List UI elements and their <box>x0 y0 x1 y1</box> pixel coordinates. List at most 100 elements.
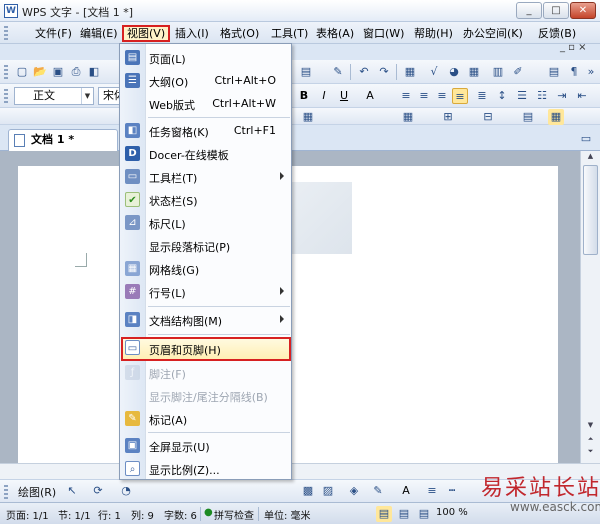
autoshapes-icon[interactable]: ◔ <box>118 483 134 499</box>
align-left-icon[interactable]: ≡ <box>398 88 414 104</box>
status-unit[interactable]: 单位: 毫米 <box>264 507 311 522</box>
justify-icon[interactable]: ≡ <box>452 88 468 104</box>
menu-item-document-map[interactable]: ◨ 文档结构图(M) <box>121 309 291 331</box>
menu-item-docer[interactable]: D Docer-在线模板 <box>121 143 291 165</box>
menu-item-gridlines[interactable]: ▦ 网格线(G) <box>121 258 291 280</box>
table-grid-icon[interactable]: ▦ <box>466 64 482 80</box>
table-insert-icon[interactable]: ▦ <box>400 109 416 125</box>
menu-format[interactable]: 格式(O) <box>217 25 262 42</box>
close-button[interactable]: ✕ <box>570 2 596 19</box>
line-color-icon[interactable]: ✎ <box>370 483 386 499</box>
web-view-status-icon[interactable]: ▤ <box>416 506 432 522</box>
formula-icon[interactable]: √ <box>426 64 442 80</box>
menu-window[interactable]: 窗口(W) <box>360 25 407 42</box>
menu-item-status-bar[interactable]: ✔ 状态栏(S) <box>121 189 291 211</box>
menu-help[interactable]: 帮助(H) <box>411 25 456 42</box>
select-objects-icon[interactable]: ↖ <box>64 483 80 499</box>
format-painter-icon[interactable]: ✎ <box>330 64 346 80</box>
menu-item-full-screen[interactable]: ▣ 全屏显示(U) <box>121 435 291 457</box>
document-icon <box>14 134 25 147</box>
menu-view[interactable]: 视图(V) <box>122 25 171 42</box>
line-spacing-icon[interactable]: ↕ <box>494 88 510 104</box>
line-style-icon[interactable]: ≡ <box>424 483 440 499</box>
bold-icon[interactable]: B <box>296 88 312 104</box>
minimize-button[interactable]: _ <box>516 2 542 19</box>
outdent-icon[interactable]: ⇤ <box>574 88 590 104</box>
menu-item-markup[interactable]: ✎ 标记(A) <box>121 408 291 430</box>
font-color-icon[interactable]: A <box>362 88 378 104</box>
insert-table-icon[interactable]: ▦ <box>402 64 418 80</box>
page-view-status-icon[interactable]: ▤ <box>376 506 392 522</box>
menu-item-task-pane[interactable]: ◧ 任务窗格(K) Ctrl+F1 <box>121 120 291 142</box>
menu-item-page[interactable]: ▤ 页面(L) <box>121 47 291 69</box>
underline-icon[interactable]: U <box>336 88 352 104</box>
fill-color-icon[interactable]: ◈ <box>346 483 362 499</box>
insert-picture-icon[interactable]: ▨ <box>320 483 336 499</box>
dash-style-icon[interactable]: ┅ <box>444 483 460 499</box>
menu-table[interactable]: 表格(A) <box>313 25 357 42</box>
draw-menu-button[interactable]: 绘图(R) <box>18 484 56 500</box>
table-grid-active-icon[interactable]: ▦ <box>548 109 564 125</box>
menu-file[interactable]: 文件(F) <box>32 25 75 42</box>
menu-feedback[interactable]: 反馈(B) <box>535 25 579 42</box>
menu-item-zoom[interactable]: ⌕ 显示比例(Z)... <box>121 458 291 480</box>
scroll-down-icon[interactable]: ▼ <box>583 421 598 433</box>
menu-item-footnote-separator[interactable]: 显示脚注/尾注分隔线(B) <box>121 385 291 407</box>
menu-item-line-numbers[interactable]: # 行号(L) <box>121 281 291 303</box>
align-center-icon[interactable]: ≡ <box>416 88 432 104</box>
menu-tools[interactable]: 工具(T) <box>268 25 311 42</box>
document-map-toolbar-icon[interactable]: ▤ <box>546 64 562 80</box>
style-combo[interactable]: 正文 ▼ <box>14 87 94 105</box>
distributed-align-icon[interactable]: ≣ <box>474 88 490 104</box>
drawing-toggle-icon[interactable]: ✐ <box>510 64 526 80</box>
paragraph-mark-icon[interactable]: ¶ <box>566 64 582 80</box>
status-zoom[interactable]: 100 % <box>436 507 468 518</box>
redo-icon[interactable]: ↷ <box>376 64 392 80</box>
tab-document-1[interactable]: 文档 1 * <box>8 129 118 151</box>
italic-icon[interactable]: I <box>316 88 332 104</box>
menu-office-space[interactable]: 办公空间(K) <box>460 25 526 42</box>
table-merge-icon[interactable]: ⊟ <box>480 109 496 125</box>
menu-item-footnote[interactable]: ƒ 脚注(F) <box>121 362 291 384</box>
align-right-icon[interactable]: ≡ <box>434 88 450 104</box>
open-folder-icon[interactable]: 📂 <box>32 64 48 80</box>
numbering-icon[interactable]: ☰ <box>514 88 530 104</box>
menu-edit[interactable]: 编辑(E) <box>77 25 121 42</box>
draw-font-color-icon[interactable]: A <box>398 483 414 499</box>
rotate-icon[interactable]: ⟳ <box>90 483 106 499</box>
toolbar-overflow-icon[interactable]: » <box>583 64 599 80</box>
scrollbar-thumb[interactable] <box>583 165 598 255</box>
columns-icon[interactable]: ▥ <box>490 64 506 80</box>
maximize-button[interactable]: □ <box>543 2 569 19</box>
outline-view-status-icon[interactable]: ▤ <box>396 506 412 522</box>
print-icon[interactable]: ⎙ <box>68 64 84 80</box>
clipart-icon[interactable]: ▩ <box>300 483 316 499</box>
menu-item-paragraph-marks[interactable]: 显示段落标记(P) <box>121 235 291 257</box>
menu-item-web-layout[interactable]: Web版式 Ctrl+Alt+W <box>121 93 291 115</box>
bullets-icon[interactable]: ☷ <box>534 88 550 104</box>
menu-item-toolbars[interactable]: ▭ 工具栏(T) <box>121 166 291 188</box>
scroll-up-icon[interactable]: ▲ <box>583 152 598 164</box>
next-page-icon[interactable]: ⏷ <box>583 447 598 459</box>
menu-item-ruler[interactable]: ⊿ 标尺(L) <box>121 212 291 234</box>
table-border-icon[interactable]: ▦ <box>300 109 316 125</box>
table-split-icon[interactable]: ⊞ <box>440 109 456 125</box>
indent-icon[interactable]: ⇥ <box>554 88 570 104</box>
save-icon[interactable]: ▣ <box>50 64 66 80</box>
mdi-restore-icon[interactable]: _ ▫ × <box>560 42 587 53</box>
menu-item-header-footer[interactable]: ▭ 页眉和页脚(H) <box>121 337 291 361</box>
previous-page-icon[interactable]: ⏶ <box>583 435 598 447</box>
paste-icon[interactable]: ▤ <box>298 64 314 80</box>
menu-item-outline[interactable]: ☰ 大纲(O) Ctrl+Alt+O <box>121 70 291 92</box>
new-document-icon[interactable]: ▢ <box>14 64 30 80</box>
status-spell-check[interactable]: 拼写检查 <box>214 507 254 522</box>
chevron-down-icon[interactable]: ▼ <box>81 88 93 104</box>
menu-insert[interactable]: 插入(I) <box>172 25 212 42</box>
vertical-scrollbar[interactable]: ▲ ▼ ⏶ ⏷ <box>580 151 600 463</box>
table-align-icon[interactable]: ▤ <box>520 109 536 125</box>
undo-icon[interactable]: ↶ <box>356 64 372 80</box>
export-pdf-icon[interactable]: ◧ <box>86 64 102 80</box>
formatting-toolbar: 正文 ▼ 宋体 B I U A ≡ ≡ ≡ ≡ ≣ ↕ ☰ ☷ ⇥ ⇤ <box>0 84 600 108</box>
tab-list-icon[interactable]: ▭ <box>578 131 594 147</box>
insert-chart-icon[interactable]: ◕ <box>446 64 462 80</box>
